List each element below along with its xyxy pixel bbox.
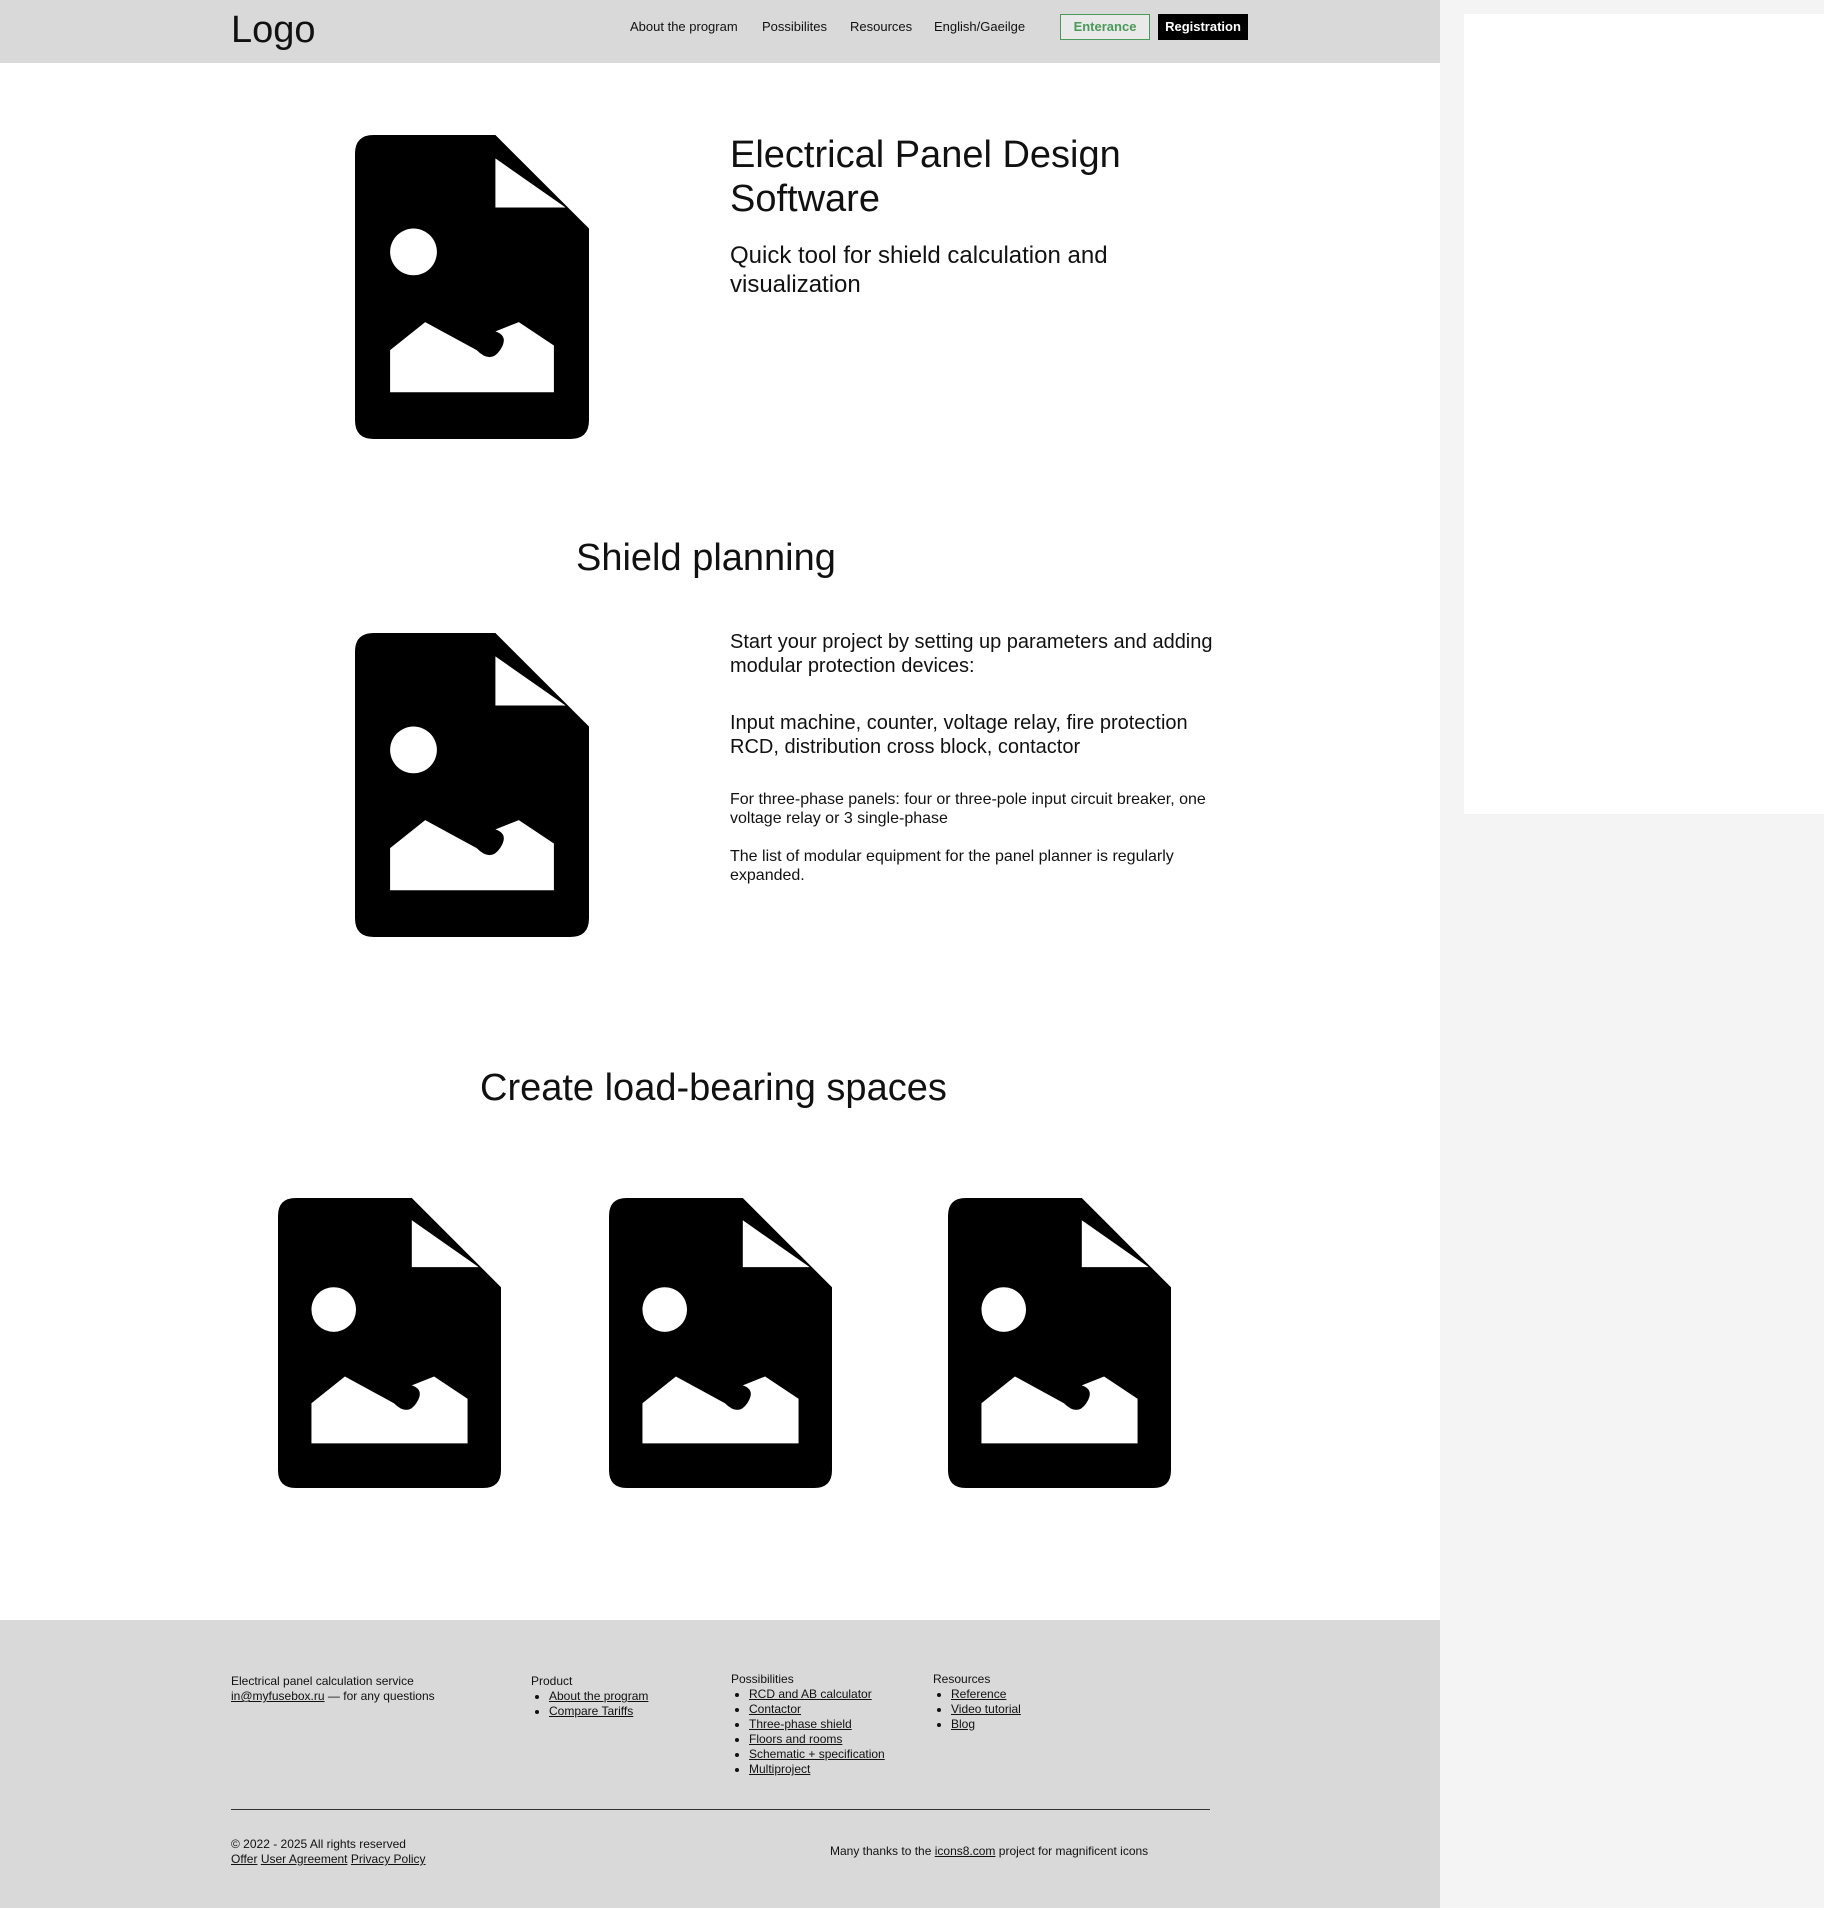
footer-legal: © 2022 - 2025 All rights reserved Offer … [231,1837,426,1867]
planning-paragraph-1: Start your project by setting up paramet… [730,631,1213,677]
footer: Electrical panel calculation service in@… [0,1620,1440,1908]
shield-planning-heading: Shield planning [576,537,836,579]
list-item: Schematic + specification [749,1747,885,1762]
footer-link-three-phase[interactable]: Three-phase shield [749,1717,852,1731]
list-item: Reference [951,1687,1021,1702]
list-item: Multiproject [749,1762,885,1777]
footer-link-video-tutorial[interactable]: Video tutorial [951,1702,1021,1716]
footer-link-icons8[interactable]: icons8.com [935,1844,996,1858]
spaces-heading: Create load-bearing spaces [480,1067,947,1109]
planning-image-icon [355,633,589,937]
list-item: Contactor [749,1702,885,1717]
planning-paragraph-3: For three-phase panels: four or three-po… [730,791,1206,827]
list-item: About the program [549,1689,648,1704]
logo[interactable]: Logo [231,8,316,52]
nav-language[interactable]: English/Gaeilge [934,18,1025,36]
footer-link-reference[interactable]: Reference [951,1687,1006,1701]
footer-product-title: Product [531,1674,573,1688]
spaces-image-icon-3 [948,1198,1171,1488]
footer-possibilities-column: Possibilities RCD and AB calculator Cont… [731,1672,885,1777]
top-header: Logo About the program Possibilites Reso… [0,0,1440,63]
list-item: Video tutorial [951,1702,1021,1717]
footer-link-multiproject[interactable]: Multiproject [749,1762,810,1776]
footer-link-about[interactable]: About the program [549,1689,648,1703]
nav-possibilities[interactable]: Possibilites [762,18,827,36]
footer-resources-column: Resources Reference Video tutorial Blog [933,1672,1021,1732]
registration-button[interactable]: Registration [1158,14,1248,40]
footer-divider [231,1809,1210,1810]
footer-product-list: About the program Compare Tariffs [531,1689,648,1719]
list-item: Blog [951,1717,1021,1732]
spaces-image-icon-1 [278,1198,501,1488]
footer-link-floors-rooms[interactable]: Floors and rooms [749,1732,842,1746]
footer-email-suffix: — for any questions [324,1689,435,1703]
footer-contact: Electrical panel calculation service in@… [231,1674,491,1704]
hero-title: Electrical Panel Design Software [730,134,1121,220]
footer-email-link[interactable]: in@myfusebox.ru [231,1689,325,1703]
list-item: RCD and AB calculator [749,1687,885,1702]
footer-legal-links: Offer User Agreement Privacy Policy [231,1852,426,1867]
footer-product-column: Product About the program Compare Tariff… [531,1674,648,1719]
footer-copyright: © 2022 - 2025 All rights reserved [231,1837,406,1851]
side-panel [1464,14,1824,814]
enter-button[interactable]: Enterance [1060,14,1150,40]
spaces-image-icon-2 [609,1198,832,1488]
footer-service-name: Electrical panel calculation service [231,1674,414,1688]
list-item: Three-phase shield [749,1717,885,1732]
footer-link-blog[interactable]: Blog [951,1717,975,1731]
footer-possibilities-title: Possibilities [731,1672,794,1686]
page: Logo About the program Possibilites Reso… [0,0,1440,1908]
footer-possibilities-list: RCD and AB calculator Contactor Three-ph… [731,1687,885,1777]
footer-link-user-agreement[interactable]: User Agreement [261,1852,348,1866]
footer-link-contactor[interactable]: Contactor [749,1702,801,1716]
nav-resources[interactable]: Resources [850,18,912,36]
footer-thanks: Many thanks to the icons8.com project fo… [830,1844,1148,1859]
footer-link-offer[interactable]: Offer [231,1852,257,1866]
hero-image-icon [355,135,589,439]
footer-thanks-prefix: Many thanks to the [830,1844,935,1858]
list-item: Compare Tariffs [549,1704,648,1719]
footer-resources-title: Resources [933,1672,991,1686]
footer-link-privacy-policy[interactable]: Privacy Policy [351,1852,426,1866]
footer-link-schematic[interactable]: Schematic + specification [749,1747,885,1761]
footer-link-rcd-calculator[interactable]: RCD and AB calculator [749,1687,872,1701]
footer-resources-list: Reference Video tutorial Blog [933,1687,1021,1732]
planning-paragraph-4: The list of modular equipment for the pa… [730,848,1174,884]
list-item: Floors and rooms [749,1732,885,1747]
planning-paragraph-2: Input machine, counter, voltage relay, f… [730,712,1188,758]
hero-subtitle: Quick tool for shield calculation and vi… [730,242,1108,298]
footer-email-line: in@myfusebox.ru — for any questions [231,1689,491,1704]
footer-thanks-suffix: project for magnificent icons [995,1844,1149,1858]
footer-link-tariffs[interactable]: Compare Tariffs [549,1704,633,1718]
nav-about-program[interactable]: About the program [630,18,738,36]
